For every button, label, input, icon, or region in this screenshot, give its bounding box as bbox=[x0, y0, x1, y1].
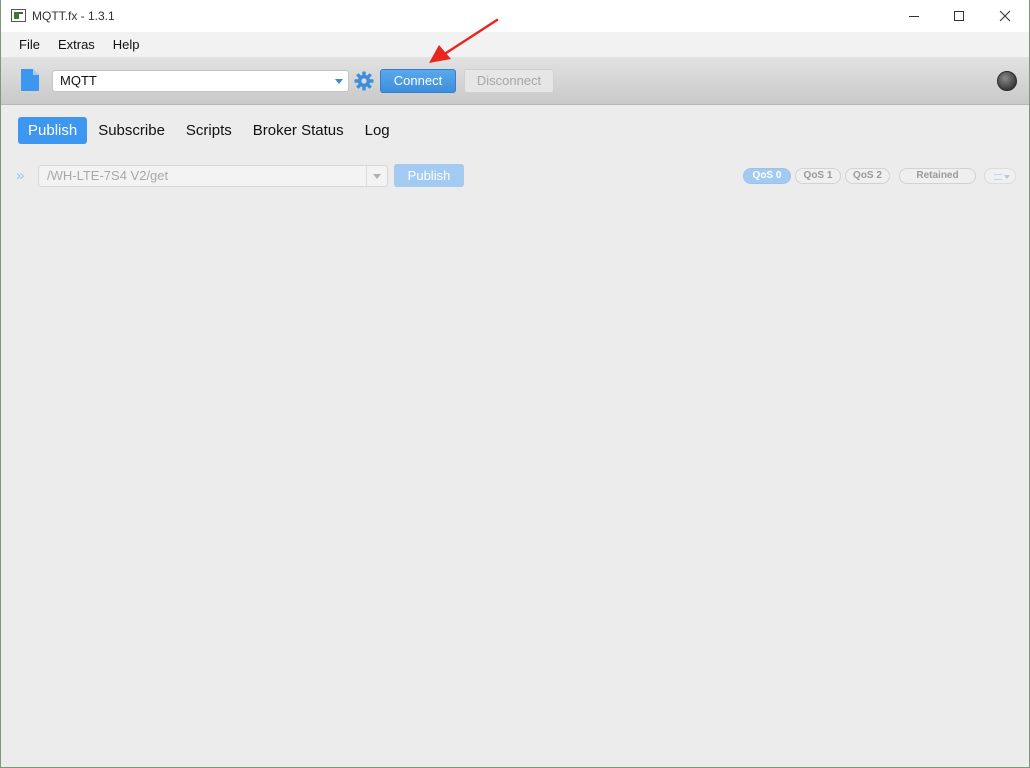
chevron-down-icon bbox=[335, 79, 343, 84]
close-button[interactable] bbox=[982, 0, 1028, 32]
chevron-down-icon[interactable] bbox=[373, 174, 381, 179]
minimize-icon bbox=[909, 15, 919, 17]
window-title: MQTT.fx - 1.3.1 bbox=[32, 9, 115, 23]
tab-subscribe[interactable]: Subscribe bbox=[88, 117, 175, 144]
options-icon bbox=[994, 174, 1002, 180]
annotation-arrow-icon bbox=[429, 18, 499, 63]
menu-file[interactable]: File bbox=[10, 32, 49, 57]
retained-toggle[interactable]: Retained bbox=[899, 168, 976, 184]
menu-extras[interactable]: Extras bbox=[49, 32, 104, 57]
connect-button[interactable]: Connect bbox=[380, 69, 456, 93]
topic-value: /WH-LTE-7S4 V2/get bbox=[47, 168, 169, 183]
qos0-toggle[interactable]: QoS 0 bbox=[743, 168, 791, 184]
title-bar: MQTT.fx - 1.3.1 bbox=[1, 0, 1029, 32]
connection-toolbar: MQTT Connect Disconnect bbox=[1, 57, 1029, 105]
publish-options-dropdown[interactable] bbox=[984, 168, 1016, 184]
minimize-button[interactable] bbox=[891, 0, 937, 32]
qos2-toggle[interactable]: QoS 2 bbox=[845, 168, 890, 184]
tab-log[interactable]: Log bbox=[355, 117, 400, 144]
expand-chevron-icon[interactable]: » bbox=[16, 167, 24, 184]
disconnect-button[interactable]: Disconnect bbox=[464, 69, 554, 93]
tab-broker-status[interactable]: Broker Status bbox=[243, 117, 354, 144]
main-tabs: Publish Subscribe Scripts Broker Status … bbox=[18, 117, 401, 144]
menu-bar: File Extras Help bbox=[1, 32, 1029, 57]
file-icon[interactable] bbox=[21, 69, 39, 91]
gear-icon[interactable] bbox=[354, 71, 374, 91]
qos1-toggle[interactable]: QoS 1 bbox=[795, 168, 841, 184]
publish-topic-input[interactable]: /WH-LTE-7S4 V2/get bbox=[38, 165, 388, 187]
connection-profile-select[interactable]: MQTT bbox=[52, 70, 349, 92]
app-window: MQTT.fx - 1.3.1 File Extras Help MQTT Co… bbox=[0, 0, 1030, 768]
tab-publish[interactable]: Publish bbox=[18, 117, 88, 144]
profile-value: MQTT bbox=[60, 73, 97, 88]
app-icon bbox=[11, 9, 26, 22]
publish-content-area bbox=[3, 195, 1027, 766]
maximize-icon bbox=[954, 11, 964, 21]
connection-status-indicator bbox=[997, 71, 1017, 91]
chevron-down-icon bbox=[1004, 175, 1010, 179]
maximize-button[interactable] bbox=[936, 0, 982, 32]
tab-scripts[interactable]: Scripts bbox=[176, 117, 242, 144]
topic-divider bbox=[366, 166, 367, 186]
publish-button[interactable]: Publish bbox=[394, 164, 464, 187]
menu-help[interactable]: Help bbox=[104, 32, 149, 57]
close-icon bbox=[999, 10, 1011, 22]
